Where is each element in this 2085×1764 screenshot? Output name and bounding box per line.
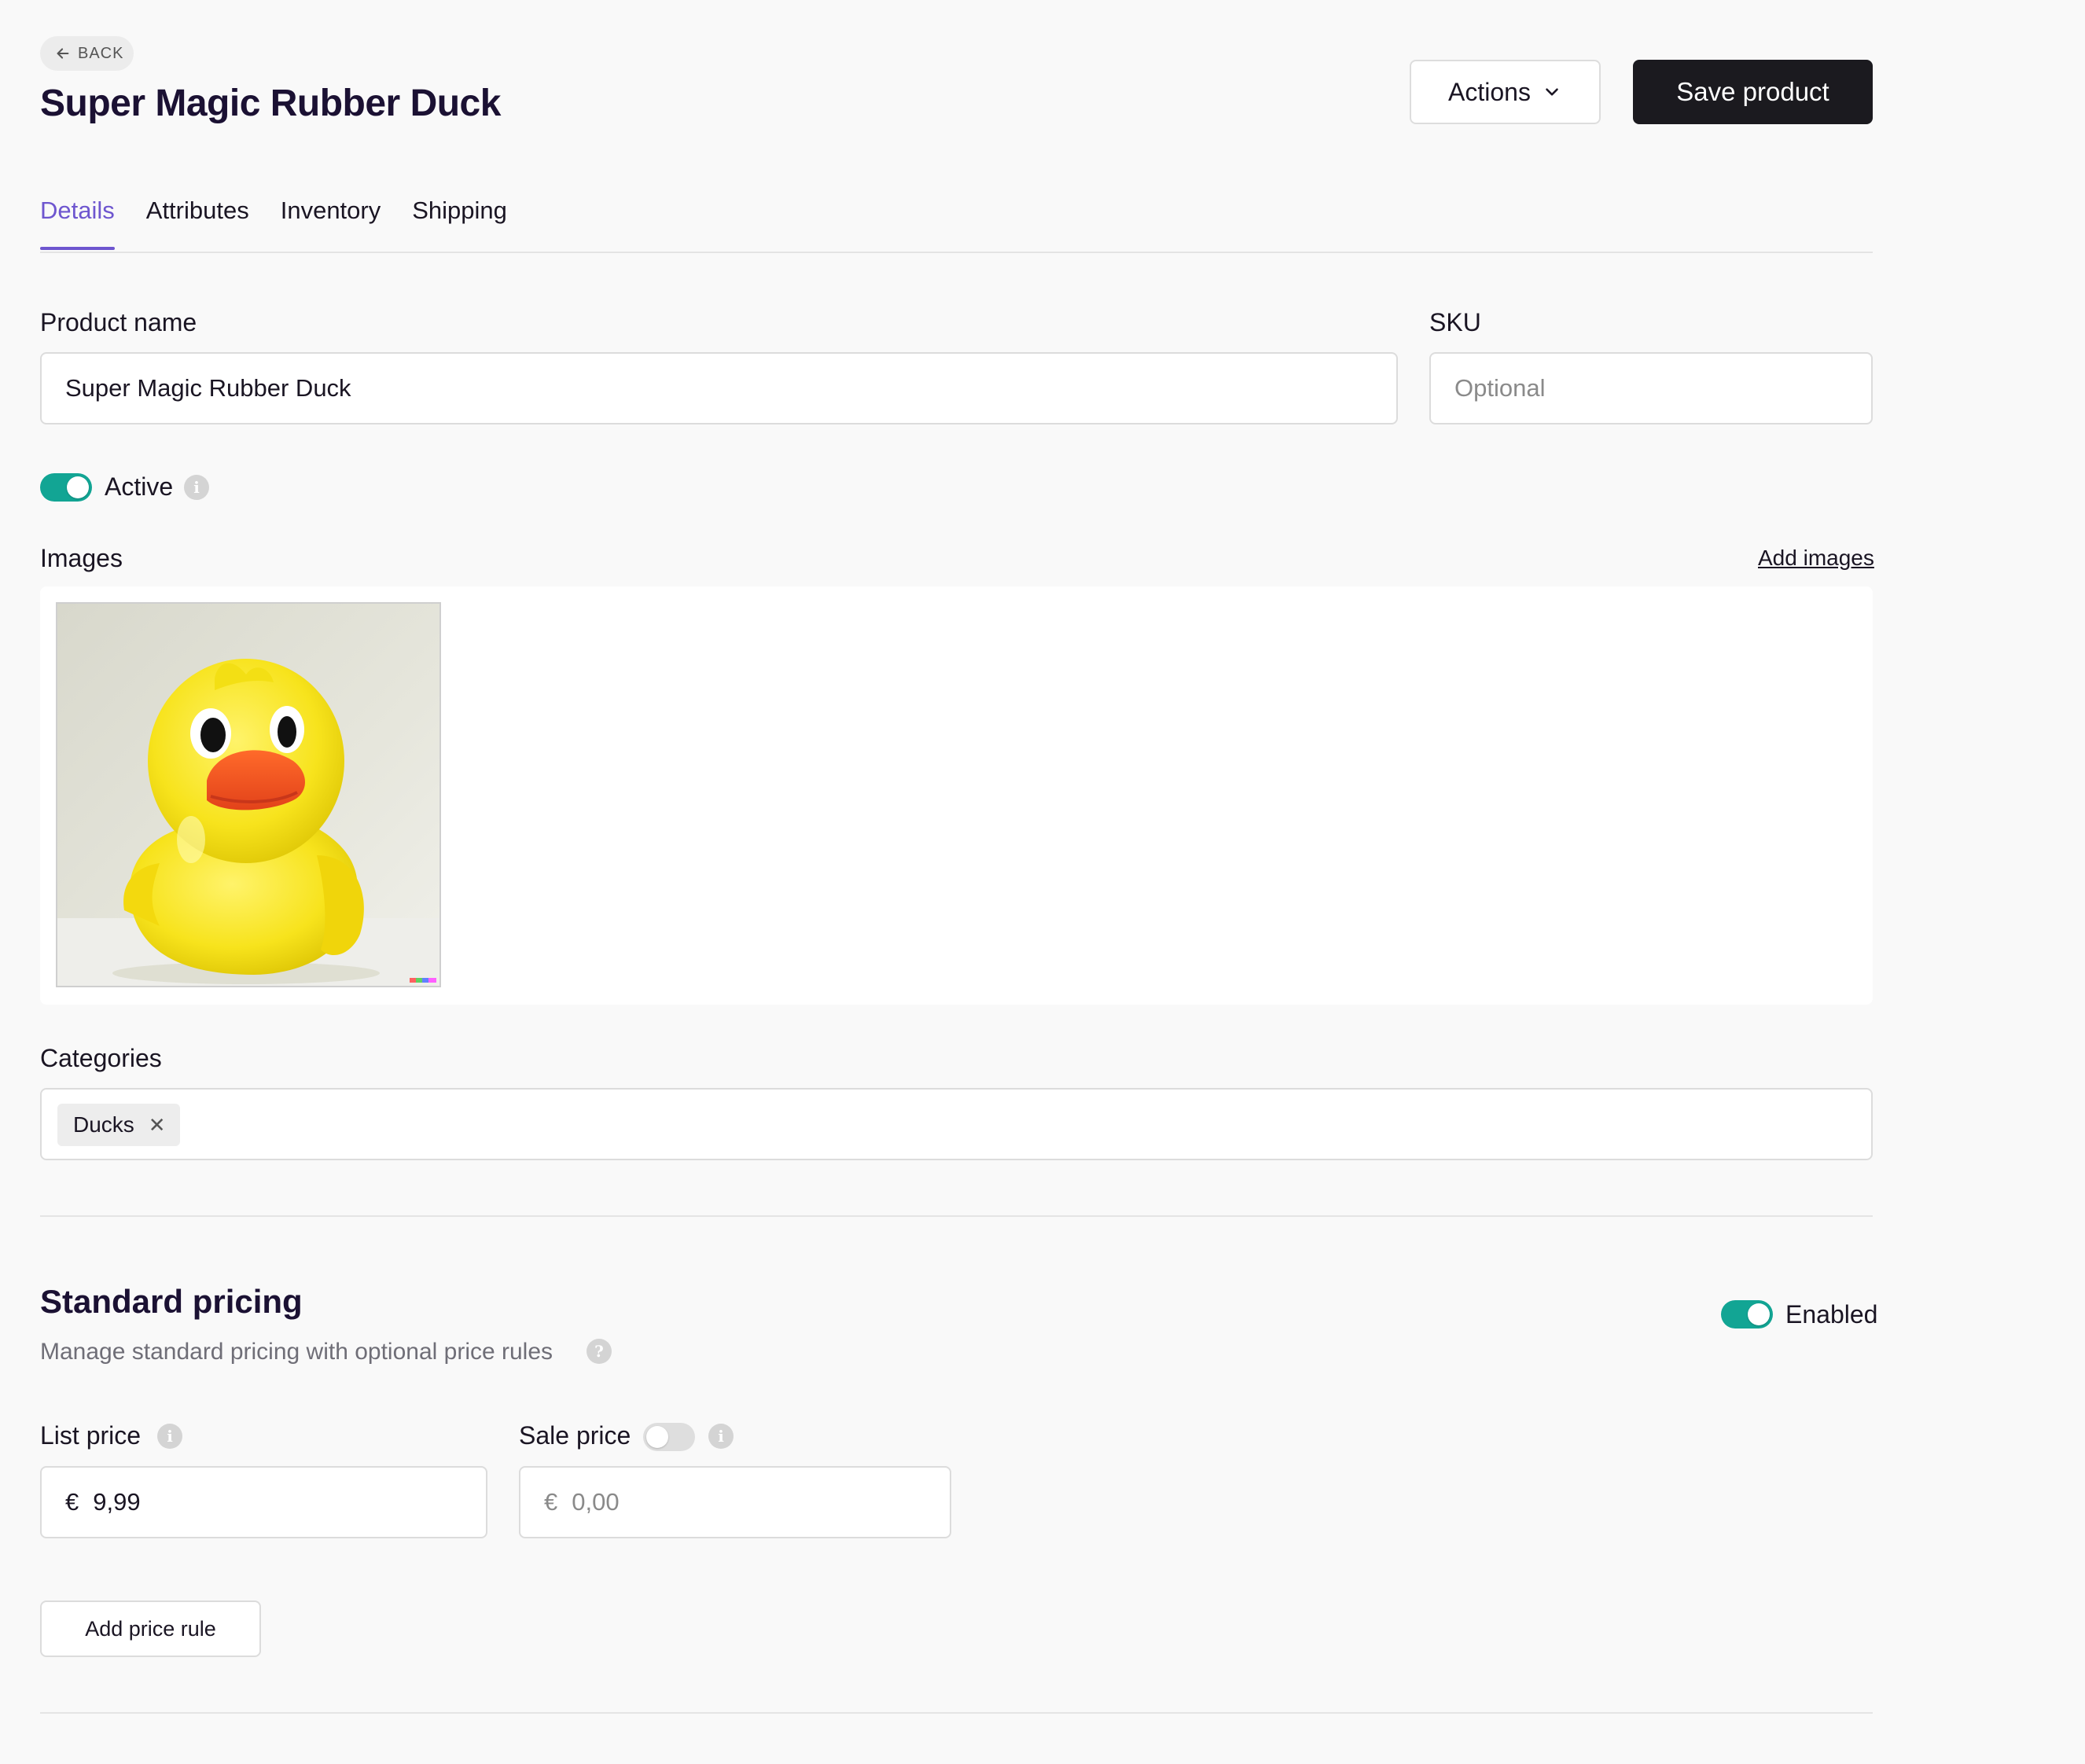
save-product-button[interactable]: Save product [1633,60,1873,124]
list-price-value: 9,99 [93,1488,141,1516]
categories-input[interactable]: Ducks ✕ [40,1088,1873,1160]
pricing-enabled-label: Enabled [1785,1300,1878,1329]
chevron-down-icon [1546,88,1558,96]
info-icon[interactable]: i [157,1424,182,1449]
toggle-knob [1748,1303,1770,1325]
help-icon[interactable]: ? [587,1339,612,1364]
back-label: BACK [78,44,124,62]
back-button[interactable]: BACK [40,36,134,71]
tab-inventory[interactable]: Inventory [281,197,381,244]
sku-placeholder: Optional [1454,374,1546,402]
rubber-duck-image [57,604,439,986]
pricing-title: Standard pricing [40,1283,303,1320]
toggle-knob [646,1426,668,1448]
tab-bar: Details Attributes Inventory Shipping [40,197,507,250]
tab-shipping[interactable]: Shipping [412,197,507,244]
list-price-label: List price [40,1421,142,1450]
product-image-thumbnail[interactable] [56,602,441,987]
categories-label: Categories [40,1044,162,1072]
toggle-knob [67,476,89,498]
arrow-left-icon [57,48,69,59]
currency-symbol: € [65,1488,79,1516]
add-images-link[interactable]: Add images [1758,546,1874,571]
tab-divider [40,252,1873,253]
page-title: Super Magic Rubber Duck [40,83,501,124]
add-price-rule-button[interactable]: Add price rule [40,1600,261,1657]
category-chip: Ducks ✕ [57,1104,180,1146]
product-name-label: Product name [40,308,197,336]
sale-price-label: Sale price [519,1421,631,1450]
remove-category-icon[interactable]: ✕ [149,1113,166,1137]
actions-dropdown-button[interactable]: Actions [1410,60,1601,124]
sale-price-placeholder: 0,00 [572,1488,620,1516]
section-divider [40,1215,1873,1217]
product-name-input[interactable]: Super Magic Rubber Duck [40,352,1398,424]
actions-label: Actions [1448,77,1531,106]
product-edit-page: BACK Super Magic Rubber Duck Actions Sav… [0,0,2085,1764]
info-icon[interactable]: i [708,1424,734,1449]
sku-input[interactable]: Optional [1429,352,1873,424]
product-name-value: Super Magic Rubber Duck [65,374,351,402]
currency-symbol: € [544,1488,558,1516]
pricing-subtitle: Manage standard pricing with optional pr… [40,1339,553,1365]
tab-details[interactable]: Details [40,197,115,250]
active-label: Active [105,472,174,501]
sale-price-toggle[interactable] [643,1423,695,1451]
active-toggle[interactable] [40,473,92,502]
pricing-enabled-toggle[interactable] [1721,1300,1773,1329]
images-label: Images [40,544,123,572]
section-divider [40,1712,1873,1714]
sku-label: SKU [1429,308,1481,336]
list-price-input[interactable]: € 9,99 [40,1466,487,1538]
category-chip-label: Ducks [73,1112,134,1137]
sale-price-input[interactable]: € 0,00 [519,1466,951,1538]
tab-attributes[interactable]: Attributes [146,197,249,244]
info-icon[interactable]: i [184,475,209,500]
